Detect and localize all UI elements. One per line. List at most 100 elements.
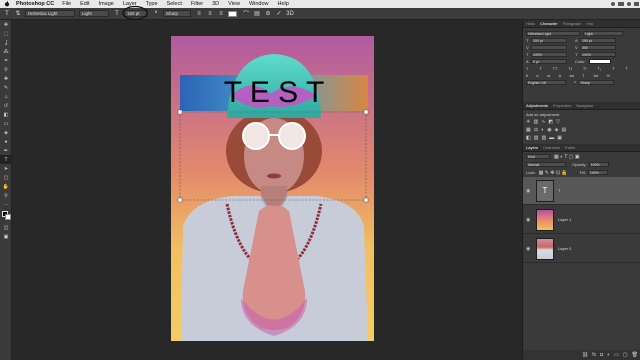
character-panel-icon[interactable]: ▤: [253, 10, 261, 18]
faux-bold-button[interactable]: T: [526, 66, 528, 71]
gradient-tool-icon[interactable]: ▭: [0, 119, 12, 128]
subscript-button[interactable]: T₁: [598, 66, 602, 71]
layer-name[interactable]: Layer 1: [558, 217, 571, 222]
new-adjustment-icon[interactable]: ◐: [607, 352, 610, 358]
dodge-tool-icon[interactable]: ●: [0, 137, 12, 146]
bw-icon[interactable]: ◐: [541, 127, 544, 133]
lock-icons[interactable]: ▦ ✎ ✥ ⊡ 🔒: [539, 170, 568, 176]
document-canvas[interactable]: T E S T: [171, 36, 374, 341]
filter-icons[interactable]: ▦ ◐ T ▢ ▣: [554, 154, 580, 160]
lasso-tool-icon[interactable]: ʆ: [0, 38, 12, 47]
text-color-swatch[interactable]: [228, 10, 237, 17]
ligature-button[interactable]: fi: [526, 73, 528, 78]
layer-name[interactable]: Layer 0: [558, 246, 571, 251]
layer-row-text[interactable]: ◉ T T: [523, 177, 640, 205]
screen-mode-icon[interactable]: ▣: [0, 232, 12, 241]
menu-view[interactable]: View: [228, 1, 240, 7]
blend-mode-select[interactable]: Normal: [526, 162, 566, 167]
tab-properties[interactable]: Properties: [553, 103, 571, 108]
menu-3d[interactable]: 3D: [212, 1, 219, 7]
pen-tool-icon[interactable]: ✒: [0, 146, 12, 155]
char-kerning[interactable]: [531, 45, 567, 50]
char-vertical-scale[interactable]: 100%: [531, 52, 567, 57]
marquee-tool-icon[interactable]: ⬚: [0, 29, 12, 38]
zoom-tool-icon[interactable]: ⚲: [0, 191, 12, 200]
quick-mask-icon[interactable]: ◫: [0, 223, 12, 232]
new-group-icon[interactable]: ▭: [614, 352, 619, 358]
history-brush-tool-icon[interactable]: ↺: [0, 101, 12, 110]
new-layer-icon[interactable]: ▢: [623, 352, 628, 358]
tab-info[interactable]: Info: [586, 21, 593, 26]
layers-filter-kind[interactable]: Kind: [526, 154, 550, 159]
move-tool-icon[interactable]: ✥: [0, 20, 12, 29]
char-baseline[interactable]: 0 pt: [531, 59, 567, 64]
align-right-icon[interactable]: ≡: [217, 10, 225, 18]
brightness-icon[interactable]: ☀: [526, 119, 530, 125]
text-orientation-icon[interactable]: ⇅: [14, 10, 22, 18]
channel-mixer-icon[interactable]: ◈: [555, 127, 559, 133]
tab-navigator[interactable]: Navigator: [576, 103, 593, 108]
char-color-swatch[interactable]: [588, 59, 611, 64]
faux-italic-button[interactable]: T: [539, 66, 541, 71]
tab-paragraph[interactable]: Paragraph: [563, 21, 582, 26]
exposure-icon[interactable]: ◩: [548, 119, 553, 125]
menu-window[interactable]: Window: [249, 1, 269, 7]
tab-histogram[interactable]: Histo: [526, 21, 535, 26]
shape-tool-icon[interactable]: ▢: [0, 173, 12, 182]
underline-button[interactable]: T: [612, 66, 614, 71]
antialias-select[interactable]: Sharp: [163, 10, 191, 17]
warp-text-icon[interactable]: ⌒: [242, 10, 250, 18]
background-color[interactable]: [5, 214, 11, 220]
app-menu[interactable]: Photoshop CC: [16, 1, 54, 7]
ot-button-2[interactable]: σ: [536, 73, 538, 78]
tab-layers[interactable]: Layers: [526, 145, 538, 150]
path-select-tool-icon[interactable]: ➤: [0, 164, 12, 173]
menu-file[interactable]: File: [62, 1, 71, 7]
posterize-icon[interactable]: ▧: [534, 135, 539, 141]
char-antialias[interactable]: Sharp: [578, 80, 615, 85]
align-center-icon[interactable]: ≡: [206, 10, 214, 18]
color-lookup-icon[interactable]: ▤: [561, 127, 566, 133]
eyedropper-tool-icon[interactable]: ⚲: [0, 65, 12, 74]
menu-image[interactable]: Image: [99, 1, 114, 7]
align-left-icon[interactable]: ≡: [195, 10, 203, 18]
visibility-eye-icon[interactable]: ◉: [526, 217, 532, 223]
gradient-map-icon[interactable]: ▬: [549, 135, 554, 141]
font-family-select[interactable]: Helvetica Light: [25, 10, 75, 17]
char-tracking[interactable]: 350: [580, 45, 616, 50]
photo-filter-icon[interactable]: ◉: [547, 127, 551, 133]
threshold-icon[interactable]: ▨: [541, 135, 546, 141]
ot-button-8[interactable]: ½: [607, 73, 610, 78]
selective-color-icon[interactable]: ▣: [557, 135, 562, 141]
ot-button-4[interactable]: A: [558, 73, 561, 78]
vibrance-icon[interactable]: ▽: [556, 119, 560, 125]
menu-filter[interactable]: Filter: [191, 1, 203, 7]
char-horizontal-scale[interactable]: 100%: [580, 52, 616, 57]
type-tool-icon[interactable]: T: [0, 155, 12, 164]
fx-icon[interactable]: fx: [592, 352, 596, 358]
menu-edit[interactable]: Edit: [80, 1, 89, 7]
link-layers-icon[interactable]: ⛓: [582, 352, 588, 358]
char-leading[interactable]: 150 pt: [580, 38, 616, 43]
ot-button-5[interactable]: ad: [569, 73, 573, 78]
stamp-tool-icon[interactable]: ⊥: [0, 92, 12, 101]
color-balance-icon[interactable]: ⚖: [534, 127, 538, 133]
tab-adjustments[interactable]: Adjustments: [526, 103, 548, 108]
strikethrough-button[interactable]: T: [626, 66, 628, 71]
apple-icon[interactable]: [4, 1, 10, 7]
small-caps-button[interactable]: Tt: [568, 66, 572, 71]
menu-help[interactable]: Help: [278, 1, 289, 7]
char-font-size[interactable]: 150 pt: [531, 38, 567, 43]
char-language[interactable]: English: UK: [526, 80, 566, 85]
ot-button-3[interactable]: st: [547, 73, 550, 78]
visibility-eye-icon[interactable]: ◉: [526, 188, 532, 194]
tab-paths[interactable]: Paths: [565, 145, 575, 150]
healing-tool-icon[interactable]: ✚: [0, 74, 12, 83]
tab-channels[interactable]: Channels: [543, 145, 560, 150]
layer-row-layer1[interactable]: ◉ Layer 1: [523, 206, 640, 234]
color-swatches[interactable]: [0, 209, 11, 223]
layer-name[interactable]: T: [558, 188, 560, 193]
blur-tool-icon[interactable]: ◈: [0, 128, 12, 137]
curves-icon[interactable]: ∿: [541, 119, 545, 125]
eraser-tool-icon[interactable]: ◧: [0, 110, 12, 119]
